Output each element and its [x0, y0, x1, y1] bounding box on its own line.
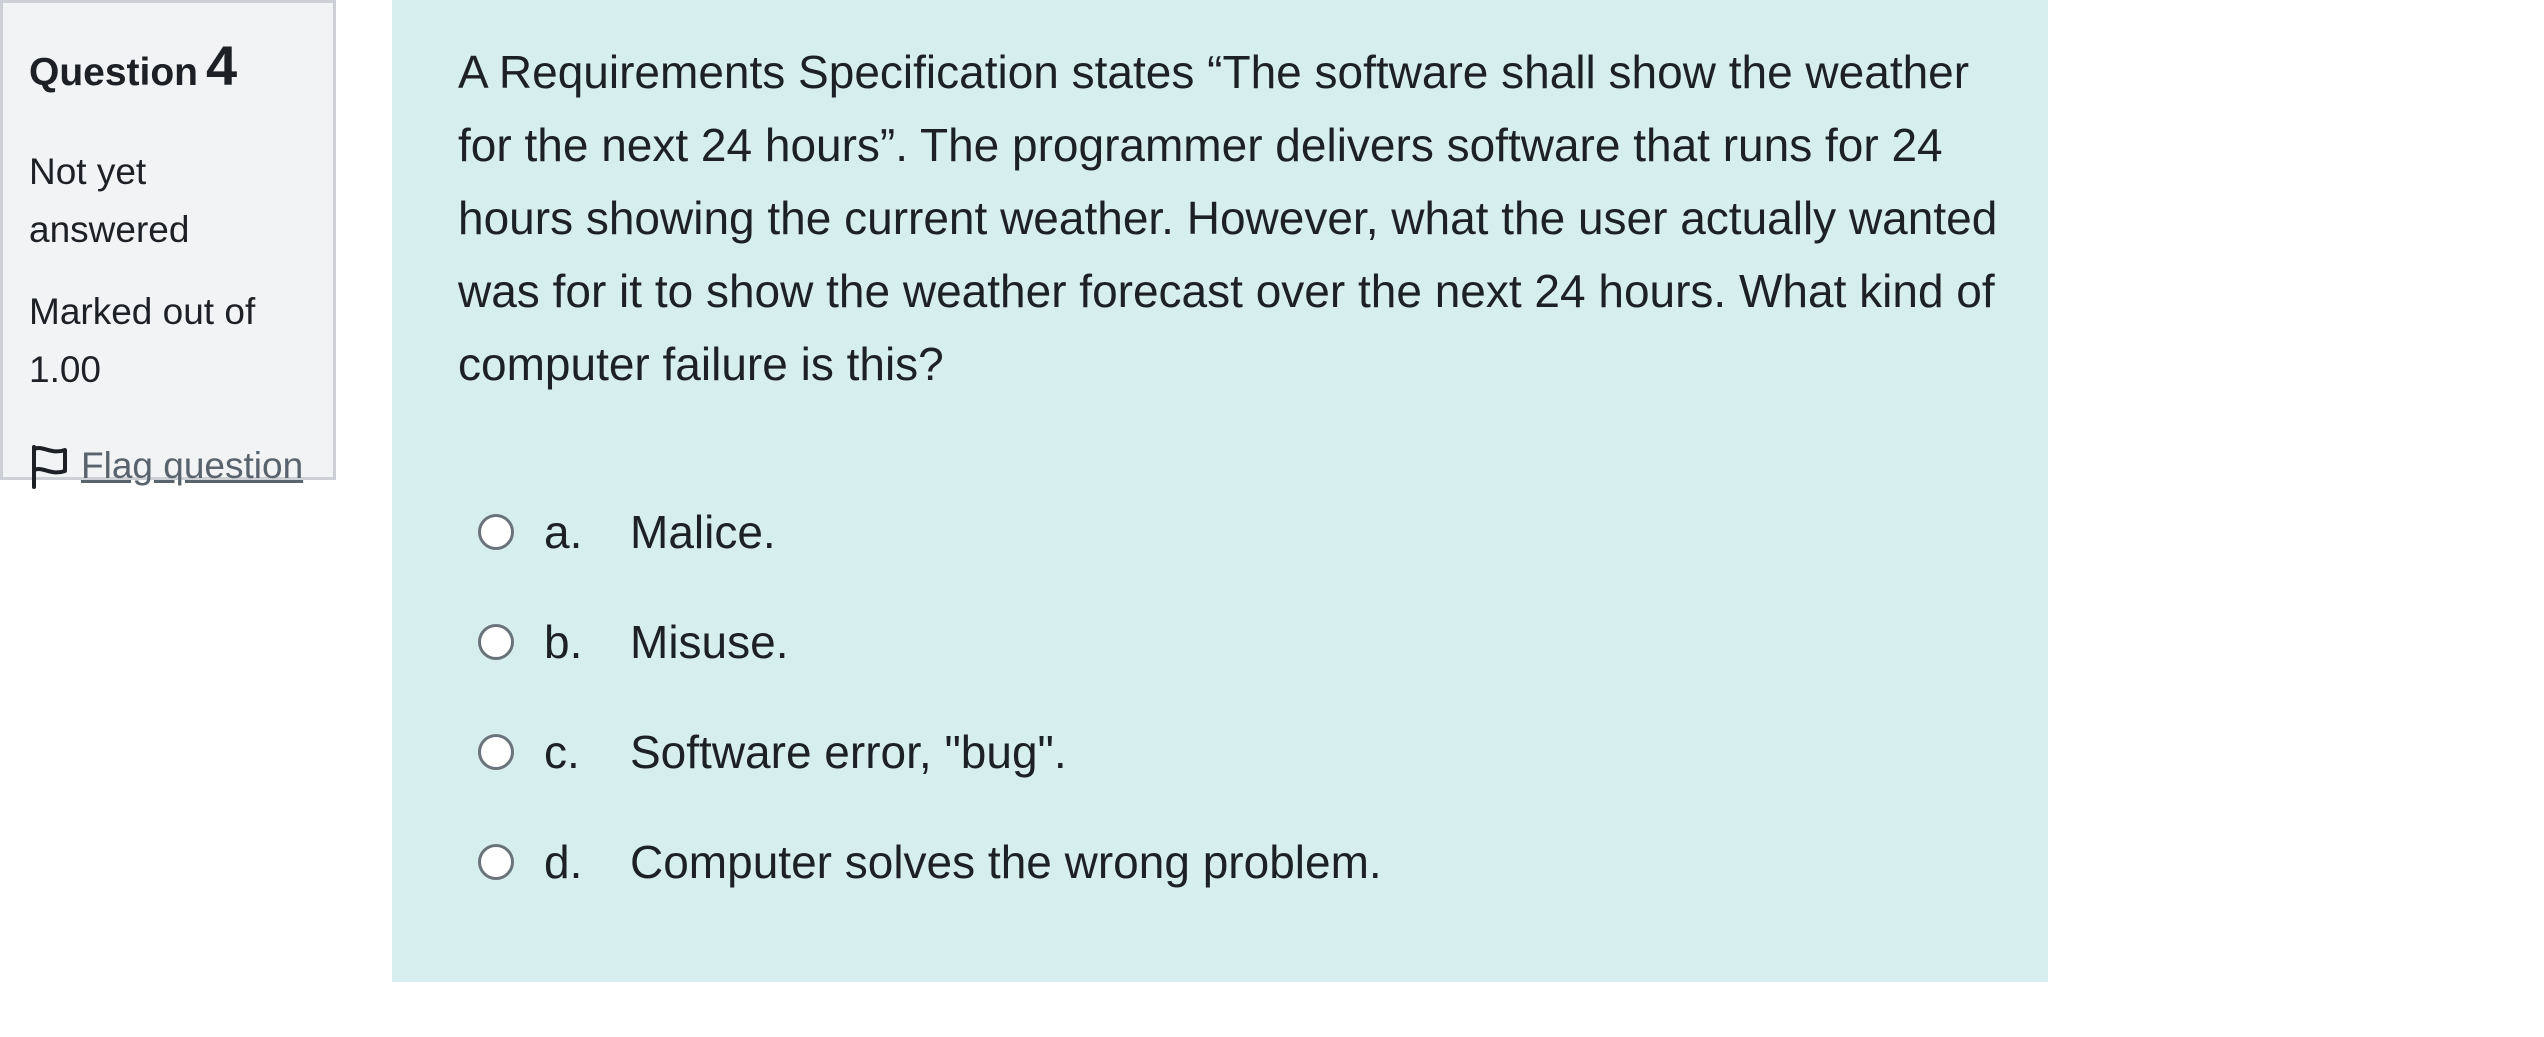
question-info-panel: Question 4 Not yet answered Marked out of… — [0, 0, 336, 489]
flag-question-link[interactable]: Flag question — [81, 443, 303, 489]
answer-option-c[interactable]: c. Software error, "bug". — [478, 697, 2008, 807]
answer-text[interactable]: Software error, "bug". — [630, 725, 1067, 779]
answer-letter: b. — [544, 616, 583, 668]
answer-letter: c. — [544, 726, 580, 778]
question-number: 4 — [206, 34, 238, 97]
flag-icon[interactable] — [29, 443, 69, 489]
radio-unchecked-icon[interactable] — [478, 514, 514, 550]
answer-option-d[interactable]: d. Computer solves the wrong problem. — [478, 807, 2008, 917]
question-text: A Requirements Specification states “The… — [458, 46, 1998, 390]
answer-text[interactable]: Misuse. — [630, 615, 788, 669]
question-state: Not yet answered — [29, 151, 190, 250]
question-label: Question — [29, 51, 199, 94]
flag-question-button[interactable]: Flag question — [29, 443, 309, 489]
answer-text[interactable]: Computer solves the wrong problem. — [630, 835, 1382, 889]
question-number-heading: Question 4 — [29, 31, 309, 101]
question-content: A Requirements Specification states “The… — [392, 0, 2048, 982]
answer-option-b[interactable]: b. Misuse. — [478, 587, 2008, 697]
answer-list: a. Malice. b. Misuse. c. Software error,… — [458, 477, 2008, 917]
question-grade: Marked out of 1.00 — [29, 291, 256, 390]
radio-unchecked-icon[interactable] — [478, 624, 514, 660]
answer-text[interactable]: Malice. — [630, 505, 776, 559]
answer-letter: a. — [544, 506, 583, 558]
radio-unchecked-icon[interactable] — [478, 844, 514, 880]
answer-letter: d. — [544, 836, 583, 888]
answer-option-a[interactable]: a. Malice. — [478, 477, 2008, 587]
radio-unchecked-icon[interactable] — [478, 734, 514, 770]
